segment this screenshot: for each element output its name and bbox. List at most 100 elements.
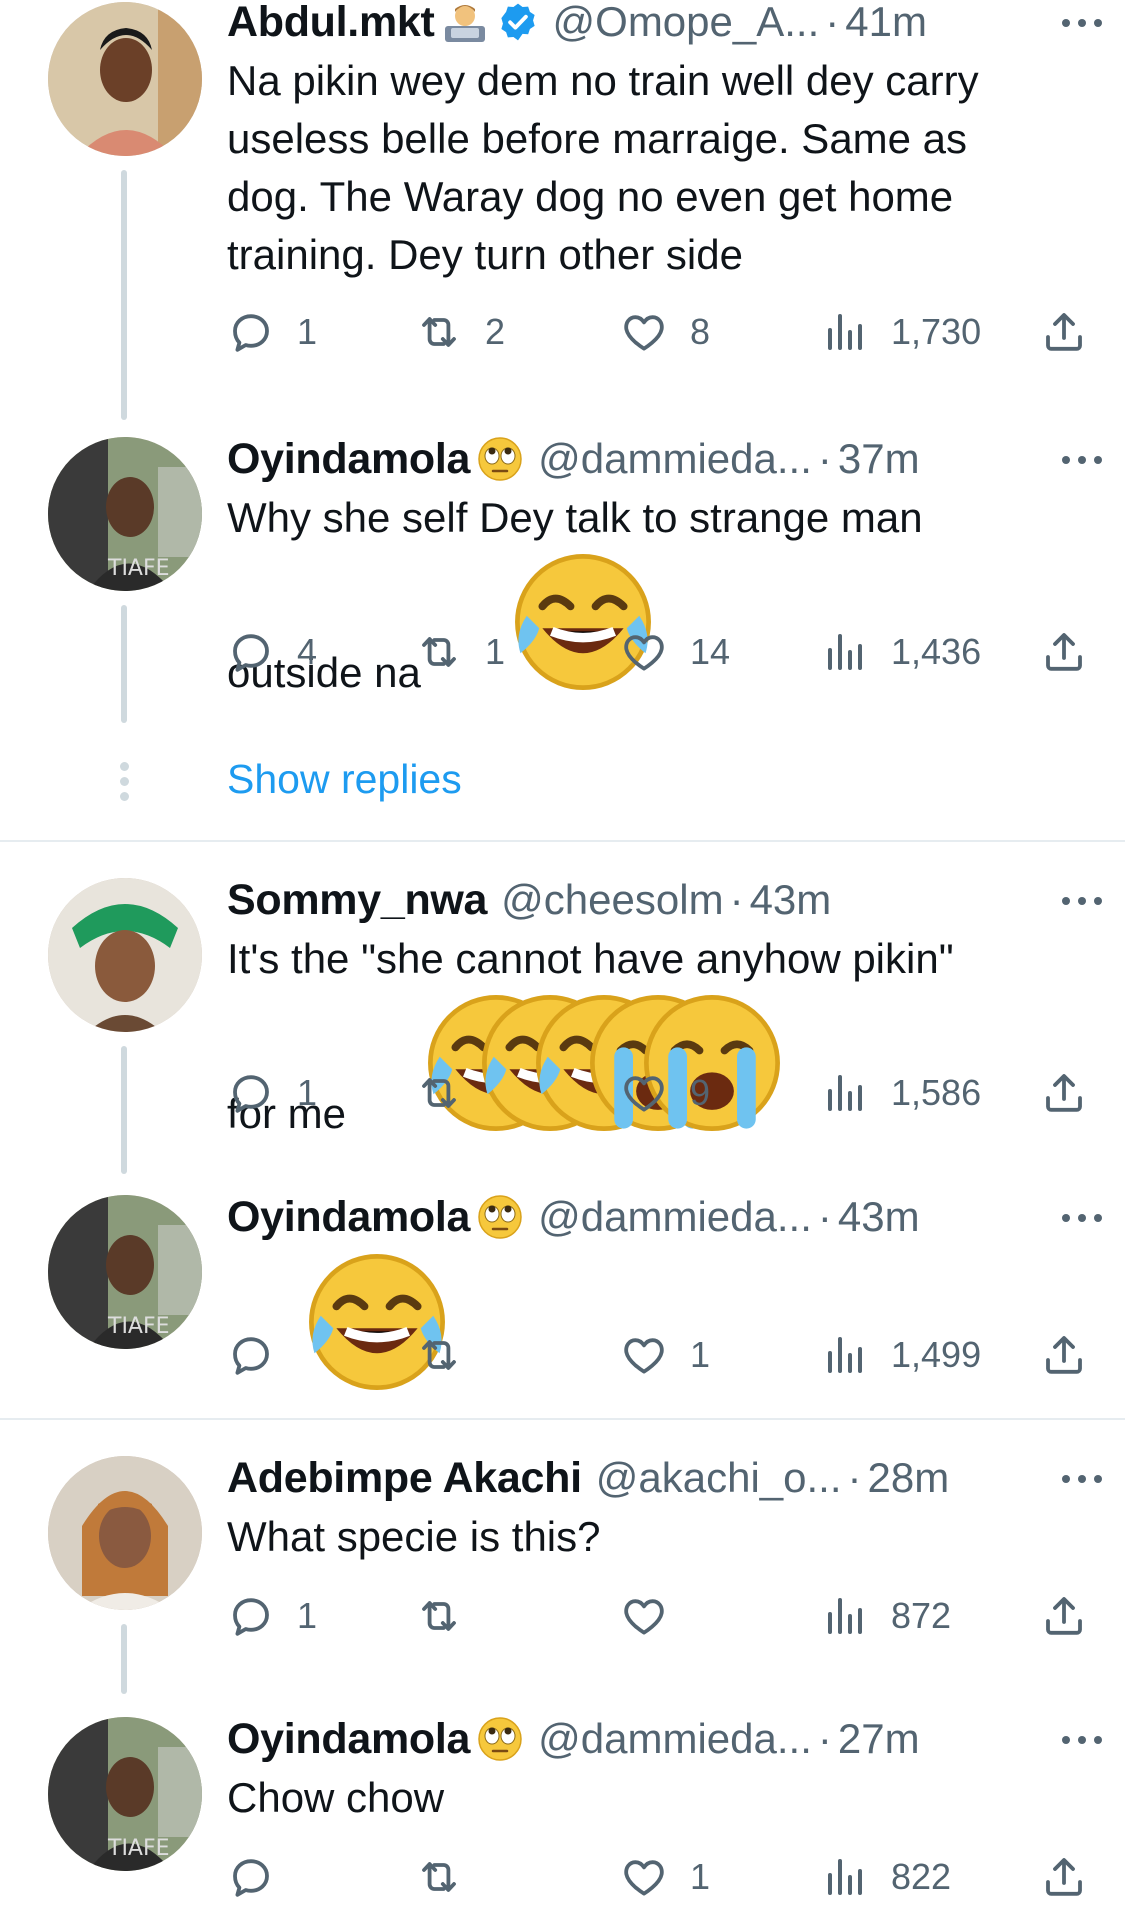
avatar[interactable] [48,878,202,1032]
display-name[interactable]: Oyindamola [227,435,470,484]
reply-button[interactable] [227,1329,297,1381]
timestamp[interactable]: 37m [838,435,920,483]
avatar[interactable] [48,1717,202,1871]
views-button[interactable]: 1,586 [821,1067,981,1119]
tweet-header: Abdul.mkt @Omope_A... · 41m [227,0,1095,50]
retweet-icon [415,1331,463,1379]
reply-count: 1 [297,1595,318,1636]
tweet-text-line: training. Dey turn other side [227,231,743,278]
more-options-icon[interactable] [1057,8,1107,38]
tweet-text: Chow chow [227,1769,1085,1827]
avatar[interactable] [48,1195,202,1349]
like-button[interactable]: 8 [620,306,710,358]
display-name[interactable]: Sommy_nwa [227,876,487,925]
views-button[interactable]: 872 [821,1590,951,1642]
avatar[interactable] [48,2,202,156]
crying-emoji [508,988,558,1038]
like-button[interactable]: 1 [620,1851,710,1903]
like-button[interactable]: 14 [620,626,730,678]
reply-icon [227,1853,275,1901]
timestamp[interactable]: 41m [845,0,927,46]
reply-button[interactable]: 4 [227,626,317,678]
display-name[interactable]: Oyindamola [227,1715,470,1764]
user-handle[interactable]: @dammieda... [538,1715,812,1763]
like-button[interactable]: 1 [620,1329,710,1381]
separator-dot: · [847,1454,862,1501]
timestamp[interactable]: 43m [838,1193,920,1241]
more-options-icon[interactable] [1057,886,1107,916]
more-options-icon[interactable] [1057,445,1107,475]
verified-badge-icon [497,1,539,43]
retweet-button[interactable] [415,1851,485,1903]
tweet-text-line: Na pikin wey dem no train well dey carry [227,57,979,104]
reply-button[interactable]: 1 [227,1590,317,1642]
tweet-text-line: It's the "she cannot have anyhow pikin" [227,935,954,982]
tweet-text-line: dog. The Waray dog no even get home [227,173,954,220]
tweet-text: What specie is this? [227,1508,1085,1566]
views-chart-icon [821,1331,869,1379]
user-handle[interactable]: @dammieda... [538,435,812,483]
like-count: 14 [690,631,731,672]
laughing-emoji [400,988,450,1038]
display-name[interactable]: Abdul.mkt [227,0,435,47]
share-icon [1040,1331,1088,1379]
user-handle[interactable]: @dammieda... [538,1193,812,1241]
more-options-icon[interactable] [1057,1725,1107,1755]
reply-count: 4 [297,631,318,672]
show-replies-link[interactable]: Show replies [227,756,462,803]
retweet-button[interactable]: 1 [415,626,505,678]
share-icon [1040,308,1088,356]
views-count: 1,730 [891,311,982,352]
crying-emoji [562,988,612,1038]
retweet-button[interactable] [415,1329,485,1381]
reply-button[interactable]: 1 [227,1067,317,1119]
retweet-button[interactable] [415,1590,485,1642]
views-button[interactable]: 822 [821,1851,951,1903]
share-button[interactable] [1040,306,1088,358]
tweet-actions: 1 9 1,586 [227,1067,1087,1119]
views-count: 822 [891,1856,952,1897]
thread-line [121,170,127,420]
divider [0,1418,1125,1420]
share-button[interactable] [1040,1851,1088,1903]
display-name[interactable]: Adebimpe Akachi [227,1454,582,1503]
avatar[interactable] [48,437,202,591]
retweet-icon [415,308,463,356]
share-button[interactable] [1040,1067,1088,1119]
share-button[interactable] [1040,1329,1088,1381]
user-handle[interactable]: @cheesolm [501,876,723,924]
more-options-icon[interactable] [1057,1464,1107,1494]
more-options-icon[interactable] [1057,1203,1107,1233]
heart-icon [620,628,668,676]
share-icon [1040,1853,1088,1901]
timestamp[interactable]: 27m [838,1715,920,1763]
avatar[interactable] [48,1456,202,1610]
views-chart-icon [821,628,869,676]
user-handle[interactable]: @Omope_A... [553,0,820,46]
tweet-header: Adebimpe Akachi @akachi_o... · 28m [227,1450,1095,1506]
user-handle[interactable]: @akachi_o... [596,1454,842,1502]
share-button[interactable] [1040,1590,1088,1642]
like-button[interactable] [620,1590,690,1642]
views-chart-icon [821,1069,869,1117]
heart-icon [620,308,668,356]
divider [0,840,1125,842]
retweet-button[interactable] [415,1067,485,1119]
timestamp[interactable]: 43m [750,876,832,924]
retweet-button[interactable]: 2 [415,306,505,358]
reply-button[interactable]: 1 [227,306,317,358]
rolling-eyes-emoji [476,1193,524,1241]
like-button[interactable]: 9 [620,1067,710,1119]
reply-button[interactable] [227,1851,297,1903]
retweet-icon [415,628,463,676]
thread-more-dots [117,762,131,807]
display-name[interactable]: Oyindamola [227,1193,470,1242]
timestamp[interactable]: 28m [868,1454,950,1502]
laughing-emoji [454,988,504,1038]
views-button[interactable]: 1,730 [821,306,981,358]
views-count: 872 [891,1595,952,1636]
views-button[interactable]: 1,436 [821,626,981,678]
reply-icon [227,628,275,676]
views-button[interactable]: 1,499 [821,1329,981,1381]
share-button[interactable] [1040,626,1088,678]
